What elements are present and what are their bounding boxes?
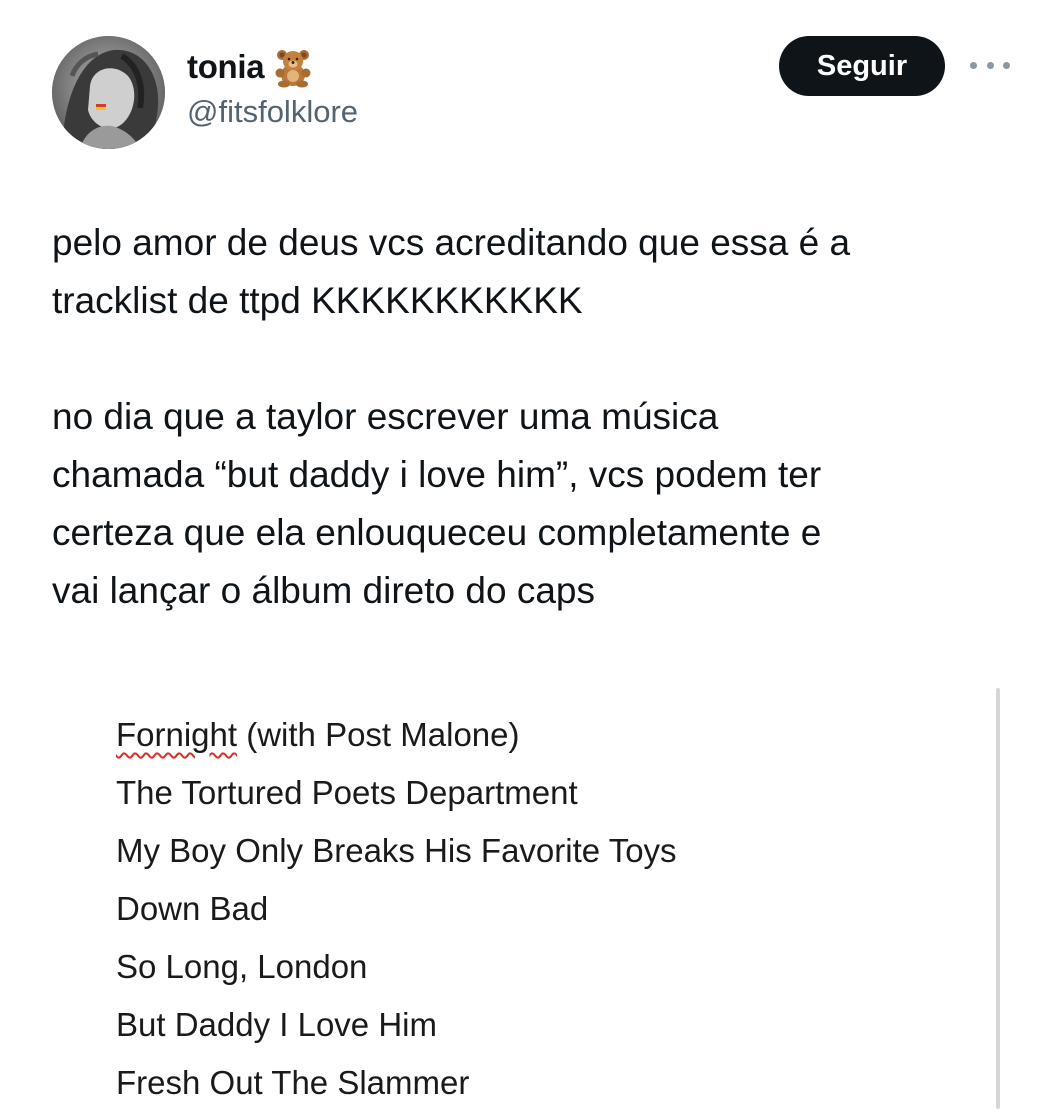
avatar[interactable] (52, 36, 165, 149)
track-title-misspelled: Fornight (116, 716, 238, 753)
author-block: tonia @fitsfolklore (187, 44, 358, 130)
tweet-line: no dia que a taylor escrever uma música (52, 396, 719, 437)
track-item: Fresh Out The Slammer (116, 1054, 677, 1112)
more-dot (1003, 61, 1010, 69)
track-title: So Long, London (116, 948, 368, 985)
track-item: But Daddy I Love Him (116, 996, 677, 1054)
track-title-suffix: (with Post Malone) (237, 716, 520, 753)
tweet-line: pelo amor de deus vcs acreditando que es… (52, 222, 851, 263)
track-title: Down Bad (116, 890, 269, 927)
follow-button[interactable]: Seguir (779, 36, 945, 96)
track-title: But Daddy I Love Him (116, 1006, 437, 1043)
track-item: Fornight (with Post Malone) (116, 706, 677, 764)
name-row: tonia (187, 44, 358, 90)
tweet-line: tracklist de ttpd KKKKKKKKKKK (52, 280, 583, 321)
user-handle[interactable]: @fitsfolklore (187, 94, 358, 130)
attached-image[interactable]: Fornight (with Post Malone) The Tortured… (52, 680, 1012, 1109)
tweet-line: chamada “but daddy i love him”, vcs pode… (52, 454, 822, 495)
tweet-line: vai lançar o álbum direto do caps (52, 570, 595, 611)
avatar-photo (52, 36, 165, 149)
track-item: Down Bad (116, 880, 677, 938)
document-edge (996, 688, 1000, 1109)
track-list: Fornight (with Post Malone) The Tortured… (116, 706, 677, 1112)
track-title: My Boy Only Breaks His Favorite Toys (116, 832, 677, 869)
more-dot (986, 61, 994, 69)
tweet-text: pelo amor de deus vcs acreditando que es… (52, 214, 1012, 620)
display-name[interactable]: tonia (187, 48, 265, 86)
more-horizontal-icon[interactable] (970, 55, 1010, 75)
track-item: The Tortured Poets Department (116, 764, 677, 822)
teddy-bear-icon (272, 46, 314, 88)
tweet-line: certeza que ela enlouqueceu completament… (52, 512, 822, 553)
track-title: Fresh Out The Slammer (116, 1064, 470, 1101)
more-dot (970, 61, 977, 69)
track-item: My Boy Only Breaks His Favorite Toys (116, 822, 677, 880)
track-item: So Long, London (116, 938, 677, 996)
track-title: The Tortured Poets Department (116, 774, 578, 811)
